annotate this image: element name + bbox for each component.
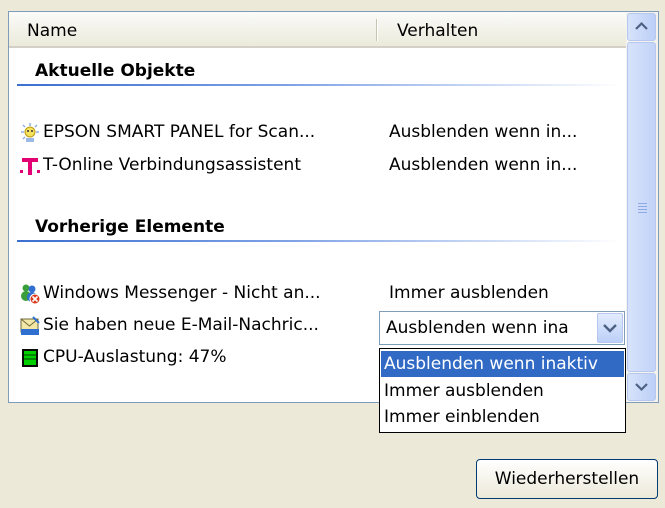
grip-line bbox=[638, 212, 647, 213]
item-name: T-Online Verbindungsassistent bbox=[43, 155, 301, 175]
behavior-combobox[interactable]: Ausblenden wenn ina bbox=[379, 311, 625, 345]
chevron-down-icon bbox=[635, 383, 648, 392]
list-item[interactable]: Windows Messenger - Nicht an... Immer au… bbox=[9, 278, 626, 308]
combobox-dropdown-button[interactable] bbox=[597, 313, 623, 343]
item-behavior[interactable]: Ausblenden wenn in... bbox=[389, 150, 577, 180]
list-header: Name Verhalten bbox=[9, 12, 626, 48]
list-item[interactable]: T-Online Verbindungsassistent Ausblenden… bbox=[9, 150, 626, 180]
t-online-icon bbox=[20, 158, 40, 175]
grip-line bbox=[638, 206, 647, 207]
chevron-up-icon bbox=[635, 21, 648, 30]
vertical-scrollbar[interactable] bbox=[626, 12, 658, 402]
grip-line bbox=[638, 209, 647, 210]
column-header-name[interactable]: Name bbox=[27, 12, 375, 46]
group-header-current: Aktuelle Objekte bbox=[17, 56, 622, 86]
combobox-value: Ausblenden wenn ina bbox=[386, 318, 569, 338]
list-item[interactable]: EPSON SMART PANEL for Scan... Ausblenden… bbox=[9, 117, 626, 147]
epson-scanner-icon bbox=[21, 123, 39, 142]
group-header-previous: Vorherige Elemente bbox=[17, 212, 622, 242]
dropdown-option[interactable]: Immer ausblenden bbox=[381, 378, 624, 404]
item-name: EPSON SMART PANEL for Scan... bbox=[43, 122, 316, 142]
item-name: CPU-Auslastung: 47% bbox=[43, 347, 227, 367]
scroll-up-button[interactable] bbox=[627, 13, 656, 41]
new-mail-icon bbox=[20, 316, 40, 335]
grip-line bbox=[638, 203, 647, 204]
column-header-behavior[interactable]: Verhalten bbox=[397, 12, 617, 46]
column-divider-highlight bbox=[377, 19, 378, 41]
scroll-thumb[interactable] bbox=[627, 42, 656, 372]
restore-button[interactable]: Wiederherstellen bbox=[476, 459, 658, 499]
windows-messenger-icon bbox=[21, 284, 41, 305]
cpu-meter-icon bbox=[22, 349, 38, 367]
item-name: Windows Messenger - Nicht an... bbox=[43, 283, 321, 303]
item-behavior[interactable]: Immer ausblenden bbox=[389, 278, 549, 308]
chevron-down-icon bbox=[603, 324, 617, 333]
item-name: Sie haben neue E-Mail-Nachric... bbox=[43, 315, 319, 335]
behavior-dropdown-list[interactable]: Ausblenden wenn inaktiv Immer ausblenden… bbox=[379, 348, 626, 433]
dropdown-option[interactable]: Immer einblenden bbox=[381, 404, 624, 430]
scroll-down-button[interactable] bbox=[627, 373, 656, 401]
dropdown-option[interactable]: Ausblenden wenn inaktiv bbox=[381, 351, 624, 377]
item-behavior[interactable]: Ausblenden wenn in... bbox=[389, 117, 577, 147]
